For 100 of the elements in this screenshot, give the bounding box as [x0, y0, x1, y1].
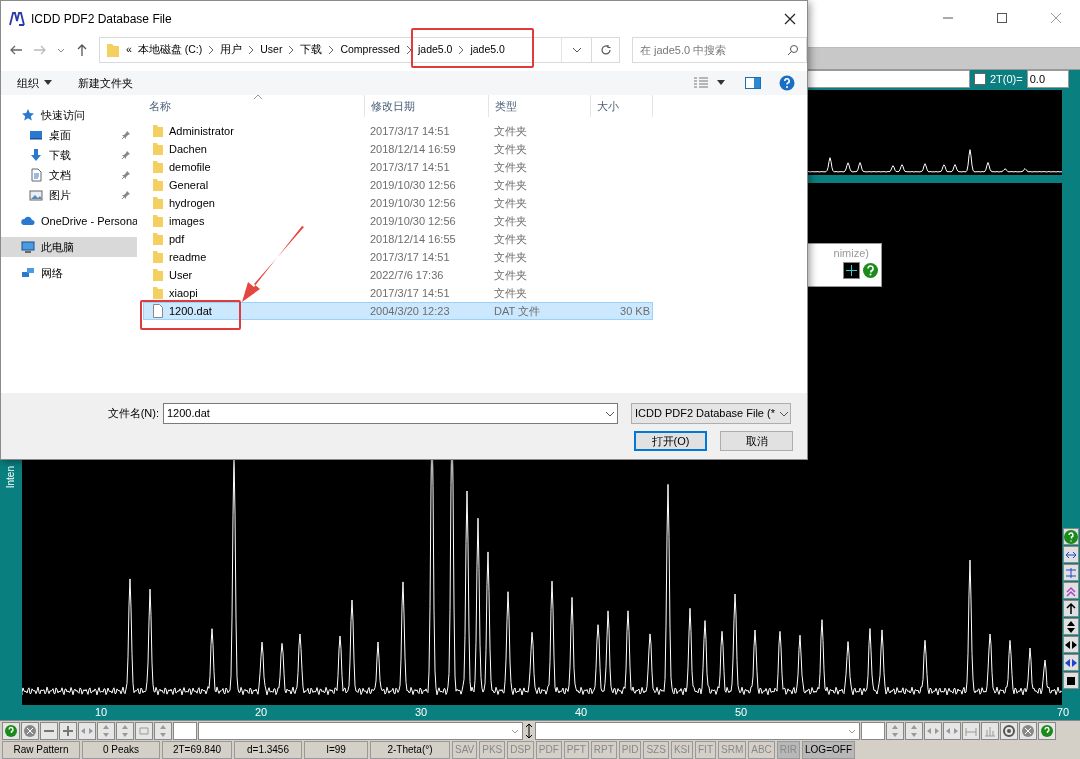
nav-item[interactable]: 图片	[1, 185, 137, 205]
cloud-icon	[21, 214, 35, 228]
tick-label: 20	[254, 705, 268, 720]
text-field[interactable]	[173, 722, 197, 740]
nav-item[interactable]: 此电脑	[1, 237, 137, 257]
target-icon	[1002, 724, 1016, 738]
file-type: 文件夹	[493, 231, 528, 247]
view-list-icon[interactable]	[693, 77, 709, 89]
file-row[interactable]: pdf 2018/12/14 16:55 文件夹	[143, 230, 653, 248]
forward-arrow-icon[interactable]	[33, 43, 47, 57]
file-date: 2019/10/30 12:56	[369, 177, 457, 193]
file-row[interactable]: readme 2017/3/17 14:51 文件夹	[143, 248, 653, 266]
dialog-button[interactable]: 取消	[720, 431, 793, 451]
column-header[interactable]: 类型	[489, 95, 591, 117]
status-field: 2T=69.840	[162, 741, 232, 759]
preview-pane-icon[interactable]	[745, 77, 761, 89]
tick-label: 70	[1056, 705, 1070, 720]
file-size: 30 KB	[619, 303, 651, 319]
column-header[interactable]: 修改日期	[365, 95, 489, 117]
close-icon[interactable]	[783, 12, 797, 26]
overflow-chevron[interactable]: «	[126, 42, 132, 58]
folder-icon	[106, 42, 120, 58]
maximize-icon[interactable]	[996, 12, 1008, 24]
chevron-right-icon	[288, 45, 295, 55]
refresh-icon	[599, 44, 612, 56]
refresh-button[interactable]	[592, 37, 620, 63]
file-row[interactable]: hydrogen 2019/10/30 12:56 文件夹	[143, 194, 653, 212]
axis-label: Inten	[5, 466, 17, 489]
checkbox[interactable]	[974, 73, 986, 85]
nav-item[interactable]: 网络	[1, 263, 137, 283]
breadcrumb-item[interactable]: 下载	[300, 42, 323, 58]
tool-button[interactable]	[1063, 636, 1079, 653]
tool-button[interactable]	[1063, 672, 1079, 689]
help-icon[interactable]	[779, 75, 795, 91]
search-field[interactable]: 在 jade5.0 中搜索	[632, 37, 807, 63]
help-icon	[1063, 528, 1079, 545]
organize-menu[interactable]: 组织	[17, 74, 52, 92]
file-row[interactable]: User 2022/7/6 17:36 文件夹	[143, 266, 653, 284]
file-name: 1200.dat	[169, 303, 212, 319]
file-date: 2017/3/17 14:51	[369, 285, 451, 301]
dialog-button[interactable]: 打开(O)	[634, 431, 707, 451]
file-type: 文件夹	[493, 159, 528, 175]
file-name: pdf	[169, 231, 185, 247]
column-header[interactable]: 大小	[591, 95, 653, 117]
status-field: d=1.3456	[234, 741, 302, 759]
folder-icon	[152, 232, 164, 246]
chevron-right-icon	[405, 45, 412, 55]
file-type: 文件夹	[493, 285, 528, 301]
folder-icon	[152, 142, 164, 156]
status-field: 0 Peaks	[82, 741, 160, 759]
file-row[interactable]: images 2019/10/30 12:56 文件夹	[143, 212, 653, 230]
file-row[interactable]: xiaopi 2017/3/17 14:51 文件夹	[143, 284, 653, 302]
folder-icon	[152, 250, 164, 264]
file-type: 文件夹	[493, 141, 528, 157]
tool-button[interactable]	[1000, 722, 1018, 740]
file-date: 2018/12/14 16:55	[369, 231, 457, 247]
file-row[interactable]: Administrator 2017/3/17 14:51 文件夹	[143, 122, 653, 140]
breadcrumb-item[interactable]: Compressed	[340, 42, 400, 58]
breadcrumb-item[interactable]: 本地磁盘 (C:)	[137, 42, 203, 58]
new-folder-button[interactable]: 新建文件夹	[78, 74, 133, 92]
up-arrow-icon[interactable]	[75, 43, 89, 57]
nav-item[interactable]: 快速访问	[1, 105, 137, 125]
app-logo-icon	[9, 12, 25, 26]
chevron-down-icon[interactable]	[571, 45, 582, 55]
help-icon[interactable]	[862, 262, 879, 279]
nav-item[interactable]: 下载	[1, 145, 137, 165]
caret-icon	[44, 80, 52, 86]
caret-icon[interactable]	[717, 80, 725, 86]
breadcrumb-item[interactable]: 用户	[220, 42, 243, 58]
arrow-icon	[240, 226, 306, 304]
file-type: 文件夹	[493, 213, 528, 229]
chevron-right-icon	[458, 45, 465, 55]
file-date: 2022/7/6 17:36	[369, 267, 445, 283]
nav-item[interactable]: 文档	[1, 165, 137, 185]
address-bar[interactable]: « 本地磁盘 (C:) 用户 User 下载 Compressed jade5.0 jade5.0	[99, 37, 592, 63]
breadcrumb-item[interactable]: jade5.0	[417, 42, 453, 58]
status-field[interactable]: LOG=OFF	[802, 741, 855, 759]
file-name: Dachen	[169, 141, 207, 157]
nav-item[interactable]: 桌面	[1, 125, 137, 145]
organize-menu-label: 组织	[17, 75, 39, 91]
tool-button[interactable]	[1063, 618, 1079, 635]
tool-button[interactable]	[1063, 600, 1079, 617]
filename-field[interactable]: 1200.dat	[163, 403, 618, 424]
text-field[interactable]	[861, 722, 885, 740]
offset-field[interactable]: 0.0	[1026, 70, 1069, 88]
vertical-arrows-icon[interactable]	[524, 723, 534, 739]
download-icon	[29, 148, 43, 162]
file-name: General	[169, 177, 209, 193]
crosshair-icon[interactable]	[843, 262, 860, 279]
breadcrumb-item[interactable]: jade5.0	[470, 42, 505, 58]
file-row[interactable]: General 2019/10/30 12:56 文件夹	[143, 176, 653, 194]
computer-icon	[21, 240, 35, 254]
breadcrumb-item[interactable]: User	[260, 42, 283, 58]
file-row[interactable]: demofile 2017/3/17 14:51 文件夹	[143, 158, 653, 176]
file-row[interactable]: Dachen 2018/12/14 16:59 文件夹	[143, 140, 653, 158]
plus-icon	[61, 724, 75, 738]
file-row[interactable]: 1200.dat 2004/3/20 12:23 DAT 文件 30 KB	[143, 302, 653, 320]
column-header[interactable]: 名称	[143, 95, 365, 117]
back-arrow-icon[interactable]	[9, 43, 23, 57]
help-icon	[1040, 724, 1054, 738]
